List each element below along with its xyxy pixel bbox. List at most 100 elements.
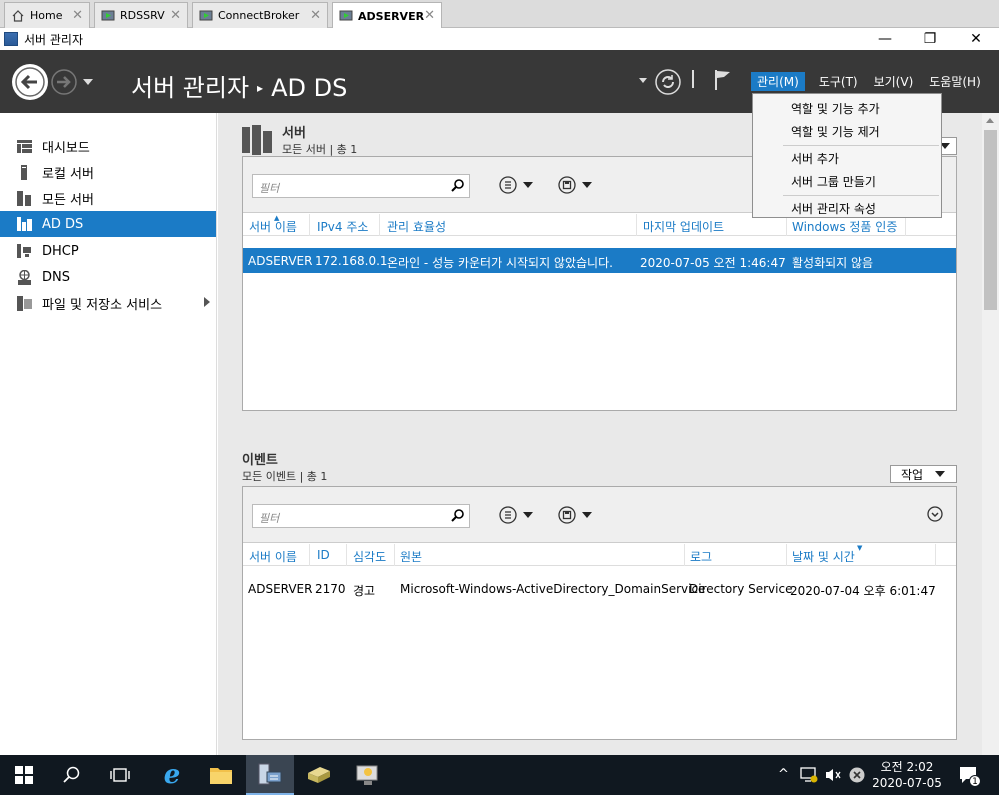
sidebar-item-label: 로컬 서버 [42, 166, 94, 182]
tab-home[interactable]: Home ✕ [4, 2, 90, 28]
back-button[interactable] [12, 64, 48, 100]
cell-id: 2170 [315, 582, 346, 596]
sidebar-item-all-servers[interactable]: 모든 서버 [0, 185, 216, 211]
column-divider [394, 544, 395, 566]
close-icon[interactable]: ✕ [72, 8, 83, 23]
minimize-button[interactable]: — [862, 28, 908, 50]
tab-connectbroker[interactable]: ConnectBroker ✕ [192, 2, 328, 28]
internet-explorer-icon: e [163, 760, 181, 790]
menu-item-create-server-group[interactable]: 서버 그룹 만들기 [753, 171, 941, 194]
servers-save-query-button[interactable] [558, 176, 592, 194]
close-window-button[interactable]: ✕ [953, 28, 999, 50]
cell-last-update: 2020-07-05 오전 1:46:47 [640, 256, 786, 270]
expand-icon [927, 506, 943, 522]
refresh-button[interactable] [655, 69, 681, 98]
menu-tools[interactable]: 도구(T) [813, 72, 864, 91]
home-icon [11, 9, 25, 22]
sidebar-item-label: 모든 서버 [42, 192, 94, 208]
sidebar-item-label: 대시보드 [42, 140, 90, 156]
column-header-id[interactable]: ID [317, 548, 330, 562]
task-view-button[interactable] [96, 755, 144, 795]
ad-tool-button[interactable] [295, 755, 343, 795]
filter-placeholder: 필터 [259, 182, 280, 195]
menu-view[interactable]: 보기(V) [868, 72, 920, 91]
sidebar-item-dns[interactable]: DNS [0, 264, 216, 290]
table-row[interactable]: ADSERVER 172.168.0.1 온라인 - 성능 카운터가 시작되지 … [243, 248, 956, 273]
scrollbar-thumb[interactable] [984, 130, 997, 310]
volume-icon[interactable] [824, 766, 842, 787]
file-storage-icon [16, 295, 32, 311]
forward-button[interactable] [50, 68, 78, 96]
table-row[interactable]: ADSERVER 2170 경고 Microsoft-Windows-Activ… [243, 576, 956, 601]
column-header-severity[interactable]: 심각도 [353, 548, 386, 565]
internet-explorer-button[interactable]: e [148, 755, 196, 795]
cell-activation: 활성화되지 않음 [792, 256, 874, 270]
menu-item-add-servers[interactable]: 서버 추가 [753, 148, 941, 171]
cell-manageability: 온라인 - 성능 카운터가 시작되지 않았습니다. [387, 256, 613, 270]
events-title: 이벤트 [242, 453, 278, 468]
sidebar-item-dhcp[interactable]: DHCP [0, 238, 216, 264]
tab-label: ADSERVER [358, 9, 425, 23]
notifications-button[interactable] [713, 68, 733, 95]
events-tasks-button[interactable]: 작업 [890, 465, 957, 483]
server-manager-icon [258, 763, 282, 785]
chevron-right-icon[interactable] [204, 297, 210, 307]
file-explorer-button[interactable] [197, 755, 245, 795]
history-dropdown-icon[interactable] [83, 79, 93, 85]
dns-icon [16, 269, 32, 285]
breadcrumb-root[interactable]: 서버 관리자 [131, 74, 249, 102]
close-icon[interactable]: ✕ [310, 8, 321, 23]
close-icon[interactable]: ✕ [424, 8, 435, 23]
cell-ipv4: 172.168.0.1 [315, 254, 388, 268]
sort-ascending-icon: ▲ [274, 214, 280, 222]
tab-rdssrv[interactable]: RDSSRV ✕ [94, 2, 188, 28]
chevron-down-icon [523, 512, 533, 518]
column-header-manageability[interactable]: 관리 효율성 [387, 218, 446, 235]
save-icon [558, 176, 576, 194]
menu-item-properties[interactable]: 서버 관리자 속성 [753, 198, 941, 221]
server-manager-taskbar-button[interactable] [246, 755, 294, 795]
column-header-server-name[interactable]: 서버 이름 [249, 218, 297, 235]
column-header-ipv4[interactable]: IPv4 주소 [317, 218, 368, 235]
search-button[interactable] [48, 755, 96, 795]
network-icon[interactable] [800, 766, 818, 787]
sidebar-item-file-storage[interactable]: 파일 및 저장소 서비스 [0, 290, 216, 316]
events-save-query-button[interactable] [558, 506, 592, 524]
menu-item-remove-roles[interactable]: 역할 및 기능 제거 [753, 121, 941, 144]
menu-help[interactable]: 도움말(H) [923, 72, 987, 91]
start-button[interactable] [0, 755, 48, 795]
sidebar-item-local-server[interactable]: 로컬 서버 [0, 159, 216, 185]
system-clock[interactable]: 오전 2:02 2020-07-05 [862, 759, 952, 791]
scroll-up-icon[interactable] [986, 118, 994, 123]
main-scrollbar[interactable] [982, 113, 999, 755]
column-header-server-name[interactable]: 서버 이름 [249, 548, 297, 565]
events-list-options-button[interactable] [499, 506, 533, 524]
show-hidden-icons-button[interactable]: ^ [778, 767, 789, 782]
menu-manage[interactable]: 관리(M) [751, 72, 805, 91]
search-icon[interactable] [451, 178, 465, 195]
events-expand-button[interactable] [927, 506, 943, 522]
events-filter-input[interactable]: 필터 [252, 504, 470, 528]
column-divider [636, 214, 637, 236]
sidebar-item-ad-ds[interactable]: AD DS [0, 211, 216, 237]
refresh-dropdown-icon[interactable] [639, 78, 647, 83]
tab-adserver[interactable]: ADSERVER ✕ [332, 2, 442, 29]
servers-list-options-button[interactable] [499, 176, 533, 194]
users-computers-icon [356, 765, 378, 785]
close-icon[interactable]: ✕ [170, 8, 181, 23]
search-icon[interactable] [451, 508, 465, 525]
column-header-date-time[interactable]: 날짜 및 시간 [792, 548, 855, 565]
sidebar-item-dashboard[interactable]: 대시보드 [0, 133, 216, 159]
column-header-source[interactable]: 원본 [400, 548, 422, 565]
servers-filter-input[interactable]: 필터 [252, 174, 470, 198]
search-icon [63, 766, 80, 783]
column-header-last-update[interactable]: 마지막 업데이트 [643, 218, 724, 235]
chevron-down-icon [582, 182, 592, 188]
column-divider [379, 214, 380, 236]
menu-item-add-roles[interactable]: 역할 및 기능 추가 [753, 98, 941, 121]
action-center-button[interactable]: 1 [958, 765, 981, 787]
column-divider [935, 544, 936, 566]
column-header-log[interactable]: 로그 [690, 548, 712, 565]
ad-users-button[interactable] [344, 755, 392, 795]
maximize-button[interactable]: ❐ [907, 28, 953, 50]
